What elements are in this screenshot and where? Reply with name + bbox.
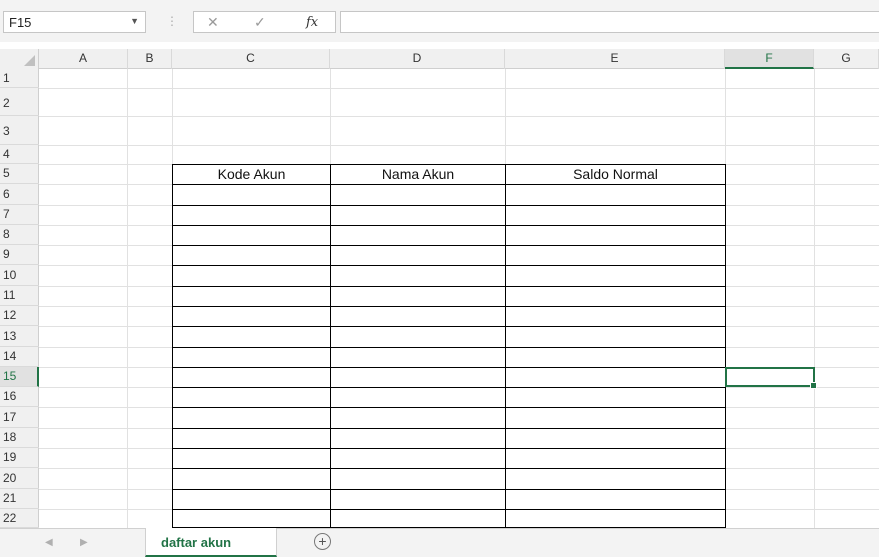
gridline [127,69,128,528]
scroll-tabs-left-icon[interactable]: ◀ [45,537,53,548]
table-border [330,164,331,528]
table-border [172,306,726,307]
select-all-icon [24,55,35,66]
column-header-e[interactable]: E [505,49,725,69]
row-header-5[interactable]: 5 [0,164,39,184]
table-border [172,184,726,185]
row-header-9[interactable]: 9 [0,245,39,265]
table-border [172,245,726,246]
column-header-g[interactable]: G [814,49,879,69]
column-header-c[interactable]: C [172,49,330,69]
table-header-saldo-normal[interactable]: Saldo Normal [506,164,725,184]
row-header-7[interactable]: 7 [0,205,39,225]
row-header-17[interactable]: 17 [0,407,39,428]
row-header-1[interactable]: 1 [0,69,39,88]
table-border [172,347,726,348]
table-border [172,387,726,388]
table-header-kode-akun[interactable]: Kode Akun [173,164,330,184]
formula-buttons: ✕ ✓ fx [193,11,336,33]
row-header-12[interactable]: 12 [0,306,39,326]
table-border [172,225,726,226]
cancel-icon[interactable]: ✕ [207,14,219,31]
table-border [172,428,726,429]
row-header-15[interactable]: 15 [0,367,39,387]
active-cell-f15[interactable] [725,367,817,389]
row-header-10[interactable]: 10 [0,265,39,286]
table-border [725,164,726,528]
table-border [172,286,726,287]
sheet-tab-label: daftar akun [161,535,232,550]
column-header-b[interactable]: B [128,49,172,69]
row-header-2[interactable]: 2 [0,88,39,116]
gridline [814,69,815,528]
table-border [172,407,726,408]
table-border [172,265,726,266]
name-box[interactable]: F15 ▼ [3,11,146,33]
row-header-18[interactable]: 18 [0,428,39,448]
scroll-tabs-right-icon[interactable]: ▶ [80,537,88,548]
table-border [172,164,173,528]
row-header-4[interactable]: 4 [0,145,39,164]
row-header-8[interactable]: 8 [0,225,39,245]
row-header-14[interactable]: 14 [0,347,39,367]
check-icon[interactable]: ✓ [254,14,266,31]
sheet-tab-daftar-akun[interactable]: daftar akun [145,528,277,557]
table-header-nama-akun[interactable]: Nama Akun [331,164,505,184]
row-header-20[interactable]: 20 [0,468,39,489]
row-header-6[interactable]: 6 [0,184,39,205]
cell-grid[interactable]: Kode Akun Nama Akun Saldo Normal [39,69,879,528]
name-box-value[interactable]: F15 [9,15,31,30]
table-border [172,205,726,206]
row-header-13[interactable]: 13 [0,326,39,347]
table-border [172,489,726,490]
column-header-d[interactable]: D [330,49,505,69]
table-border [172,326,726,327]
add-sheet-icon[interactable]: + [314,533,331,550]
gridline [39,116,879,117]
fill-handle[interactable] [810,382,817,389]
row-header-22[interactable]: 22 [0,509,39,528]
insert-function-icon[interactable]: fx [306,15,318,30]
gridline [39,88,879,89]
row-header-11[interactable]: 11 [0,286,39,306]
table-border [172,468,726,469]
table-border [172,509,726,510]
formula-bar-resize-handle[interactable]: ⋮ [166,14,178,28]
select-all-button[interactable] [0,49,39,69]
column-header-a[interactable]: A [39,49,128,69]
formula-input[interactable] [340,11,879,33]
table-border [172,448,726,449]
row-header-21[interactable]: 21 [0,489,39,509]
column-header-f[interactable]: F [725,49,814,69]
table-border [505,164,506,528]
sheet-tab-bar: ◀ ▶ daftar akun + [0,528,879,557]
table-border [172,367,726,368]
row-header-19[interactable]: 19 [0,448,39,468]
gridline [39,145,879,146]
row-header-16[interactable]: 16 [0,387,39,407]
chevron-down-icon[interactable]: ▼ [130,16,139,26]
formula-bar: F15 ▼ ⋮ ✕ ✓ fx [0,0,879,42]
row-header-3[interactable]: 3 [0,116,39,145]
